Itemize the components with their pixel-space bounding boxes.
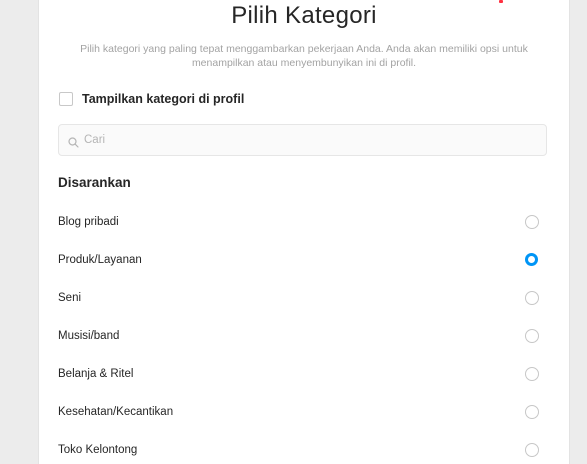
category-radio[interactable]	[525, 443, 539, 457]
category-label: Seni	[58, 292, 82, 304]
search-field[interactable]	[58, 124, 547, 156]
search-icon	[68, 135, 79, 148]
category-item[interactable]: Musisi/band	[39, 318, 569, 356]
category-label: Kesehatan/Kecantikan	[58, 406, 174, 418]
search-input[interactable]	[84, 134, 504, 146]
category-item[interactable]: Belanja & Ritel	[39, 356, 569, 394]
category-label: Musisi/band	[58, 330, 120, 342]
show-category-toggle[interactable]: Tampilkan kategori di profil	[59, 92, 244, 106]
category-item[interactable]: Produk/Layanan	[39, 242, 569, 280]
dialog-title: Pilih Kategori	[231, 2, 377, 29]
category-radio[interactable]	[525, 367, 539, 381]
category-label: Belanja & Ritel	[58, 368, 134, 380]
show-category-checkbox[interactable]	[59, 92, 73, 106]
category-item[interactable]: Blog pribadi	[39, 204, 569, 242]
category-item[interactable]: Toko Kelontong	[39, 432, 569, 464]
show-category-label: Tampilkan kategori di profil	[82, 92, 245, 106]
category-radio[interactable]	[525, 405, 539, 419]
category-radio[interactable]	[525, 215, 539, 229]
category-label: Produk/Layanan	[58, 254, 142, 266]
category-radio[interactable]	[525, 291, 539, 305]
category-label: Blog pribadi	[58, 216, 119, 228]
category-item[interactable]: Seni	[39, 280, 569, 318]
dialog-description: Pilih kategori yang paling tepat menggam…	[80, 43, 528, 69]
category-picker-dialog: Pilih Kategori Pilih kategori yang palin…	[38, 0, 570, 464]
category-radio[interactable]	[525, 329, 539, 343]
category-radio-selected[interactable]	[525, 253, 538, 266]
category-label: Toko Kelontong	[58, 444, 138, 456]
section-title-suggested: Disarankan	[58, 175, 131, 190]
category-item[interactable]: Kesehatan/Kecantikan	[39, 394, 569, 432]
